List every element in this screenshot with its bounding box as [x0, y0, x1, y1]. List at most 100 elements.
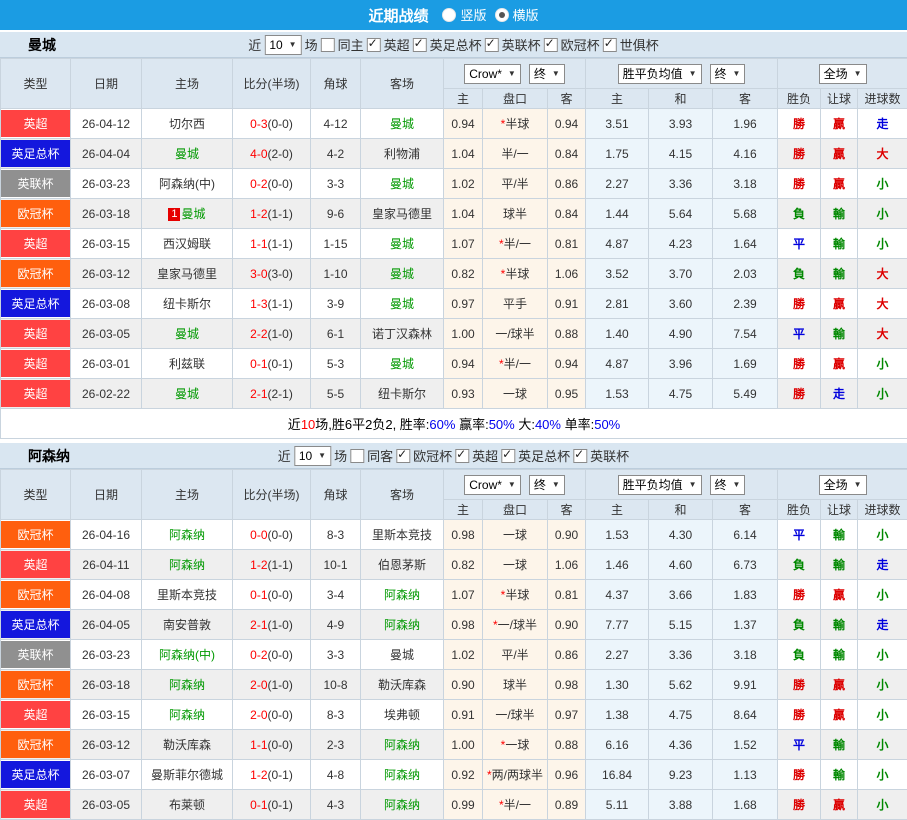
avg-home-odds: 1.75: [586, 139, 649, 169]
home-team-name: 阿森纳(中): [159, 177, 215, 191]
avg-away-odds: 7.54: [713, 319, 778, 349]
league-badge: 英联杯: [1, 170, 70, 197]
home-odds: 0.82: [444, 259, 483, 289]
away-odds: 0.90: [548, 520, 586, 550]
home-team-name: 阿森纳: [169, 678, 205, 692]
home-team-name: 切尔西: [169, 117, 205, 131]
handicap-text: 球半: [503, 678, 527, 692]
fulltime-score: 2-0: [250, 708, 267, 722]
goals-result-cell: 走: [858, 550, 907, 580]
match-score: 2-1(1-0): [233, 610, 311, 640]
avg-home-odds: 1.46: [586, 550, 649, 580]
chevron-down-icon: [689, 69, 697, 78]
league-badge: 欧冠杯: [1, 521, 70, 548]
avg-away-odds: 4.16: [713, 139, 778, 169]
match-row: 英超26-02-22曼城2-1(2-1)5-5纽卡斯尔0.93一球0.951.5…: [1, 379, 907, 409]
avg-home-odds: 4.87: [586, 349, 649, 379]
home-team: 阿森纳: [142, 550, 233, 580]
avg-draw-odds: 3.36: [649, 169, 713, 199]
fulltime-score: 0-1: [250, 798, 267, 812]
avg-odds-select[interactable]: 胜平负均值: [618, 64, 702, 84]
corner-score: 4-12: [311, 109, 361, 139]
same-side-checkbox[interactable]: [321, 38, 335, 52]
avg-home-odds: 1.40: [586, 319, 649, 349]
away-odds: 0.96: [548, 760, 586, 790]
handicap-result-cell: 輸: [821, 760, 858, 790]
handicap: 球半: [483, 199, 548, 229]
avg-draw-odds: 5.64: [649, 199, 713, 229]
scope-select[interactable]: 全场: [819, 64, 867, 84]
scope-select[interactable]: 全场: [819, 475, 867, 495]
home-team-name: 布莱顿: [169, 798, 205, 812]
league-filter-checkbox-英联杯[interactable]: [573, 449, 587, 463]
league-type-cell: 英超: [1, 550, 71, 580]
same-side-checkbox[interactable]: [350, 449, 364, 463]
match-row: 英足总杯26-04-04曼城4-0(2-0)4-2利物浦1.04半/一0.841…: [1, 139, 907, 169]
halftime-score: (0-0): [268, 588, 293, 602]
handicap-result-cell: 輸: [821, 199, 858, 229]
avg-draw-odds: 3.60: [649, 289, 713, 319]
league-filter-checkbox-英超[interactable]: [455, 449, 469, 463]
handicap: 平/半: [483, 640, 548, 670]
handicap-result-cell: 輸: [821, 319, 858, 349]
result-cell: 勝: [778, 379, 821, 409]
fulltime-score: 0-1: [250, 588, 267, 602]
match-row: 欧冠杯26-04-08里斯本竞技0-1(0-0)3-4阿森纳1.07*半球0.8…: [1, 580, 907, 610]
home-team-name: 曼城: [181, 207, 205, 221]
odds-company-select[interactable]: Crow*: [464, 64, 521, 84]
away-team: 曼城: [361, 640, 444, 670]
home-team: 阿森纳(中): [142, 169, 233, 199]
handicap: 半/一: [483, 139, 548, 169]
odds-stage-select[interactable]: 终: [529, 475, 565, 495]
result-cell: 勝: [778, 670, 821, 700]
league-filter-checkbox-世俱杯[interactable]: [603, 38, 617, 52]
avg-stage-select[interactable]: 终: [710, 64, 746, 84]
away-odds: 0.89: [548, 790, 586, 820]
league-type-cell: 英超: [1, 229, 71, 259]
handicap-text: 两/两球半: [492, 768, 543, 782]
match-row: 欧冠杯26-03-18阿森纳2-0(1-0)10-8勒沃库森0.90球半0.98…: [1, 670, 907, 700]
home-odds: 0.94: [444, 349, 483, 379]
avg-away-odds: 6.73: [713, 550, 778, 580]
result-cell: 平: [778, 520, 821, 550]
away-team: 阿森纳: [361, 760, 444, 790]
league-filter-checkbox-欧冠杯[interactable]: [544, 38, 558, 52]
avg-stage-select[interactable]: 终: [710, 475, 746, 495]
away-team: 阿森纳: [361, 610, 444, 640]
away-team: 阿森纳: [361, 790, 444, 820]
league-filter-checkbox-英超[interactable]: [367, 38, 381, 52]
avg-away-odds: 1.96: [713, 109, 778, 139]
radio-icon: [442, 8, 456, 22]
layout-radio-竖版[interactable]: 竖版: [442, 5, 486, 24]
near-count-select[interactable]: 10: [294, 446, 331, 466]
league-filter-label: 英超: [472, 446, 498, 465]
league-filter-checkbox-欧冠杯[interactable]: [396, 449, 410, 463]
away-team-name: 埃弗顿: [384, 708, 420, 722]
near-count-select[interactable]: 10: [264, 35, 301, 55]
match-row: 英足总杯26-03-08纽卡斯尔1-3(1-1)3-9曼城0.97平手0.912…: [1, 289, 907, 319]
matches-table: 类型 日期 主场 比分(半场) 角球 客场 Crow* 终 胜平负均值 终: [0, 469, 907, 820]
league-badge: 欧冠杯: [1, 671, 70, 698]
league-badge: 英超: [1, 110, 70, 137]
handicap-text: 一/球半: [495, 708, 534, 722]
fulltime-score: 2-1: [250, 387, 267, 401]
home-odds: 0.98: [444, 520, 483, 550]
col-result: 胜负: [778, 89, 821, 109]
odds-company-select[interactable]: Crow*: [464, 475, 521, 495]
league-filter-checkbox-英足总杯[interactable]: [413, 38, 427, 52]
league-filter-checkbox-英足总杯[interactable]: [501, 449, 515, 463]
league-filter-checkbox-英联杯[interactable]: [485, 38, 499, 52]
avg-draw-odds: 4.60: [649, 550, 713, 580]
league-type-cell: 英联杯: [1, 169, 71, 199]
rank-badge: 1: [168, 208, 180, 221]
halftime-score: (0-1): [268, 357, 293, 371]
result-cell: 勝: [778, 289, 821, 319]
avg-odds-select[interactable]: 胜平负均值: [618, 475, 702, 495]
away-team-name: 阿森纳: [384, 618, 420, 632]
odds-stage-select[interactable]: 终: [529, 64, 565, 84]
away-odds: 0.88: [548, 730, 586, 760]
home-odds: 0.93: [444, 379, 483, 409]
away-team-name: 阿森纳: [384, 768, 420, 782]
result-cell: 平: [778, 730, 821, 760]
layout-radio-横版[interactable]: 横版: [495, 5, 539, 24]
